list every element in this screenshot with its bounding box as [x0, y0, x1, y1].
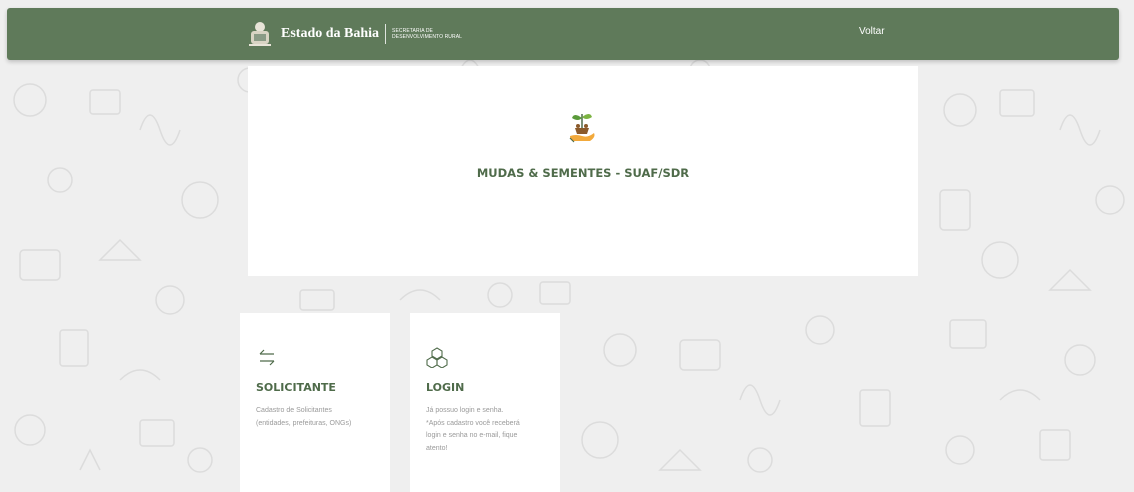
- back-link[interactable]: Voltar: [859, 26, 885, 37]
- page-title: MUDAS & SEMENTES - SUAF/SDR: [476, 166, 690, 180]
- card-description-line: login e senha no e-mail, fique: [426, 432, 518, 439]
- card-description-line: (entidades, prefeituras, ONGs): [256, 419, 352, 427]
- plant-in-hand-icon: [569, 114, 595, 143]
- cubes-icon: [426, 347, 448, 368]
- card-description: Cadastro de Solicitantes (entidades, pre…: [256, 405, 384, 430]
- brand-subtitle-line-2: DESENVOLVIMENTO RURAL: [392, 34, 463, 40]
- card-description: Já possuo login e senha. *Após cadastro …: [426, 405, 554, 455]
- bahia-crest-icon: [249, 22, 271, 46]
- brand-divider: [385, 24, 387, 44]
- brand-logo[interactable]: Estado da Bahia SECRETARIA DE DESENVOLVI…: [245, 18, 462, 50]
- card-description-line: *Após cadastro você receberá: [426, 419, 520, 427]
- arrows-exchange-icon: [259, 349, 275, 366]
- card-title: SOLICITANTE: [256, 381, 336, 394]
- card-login[interactable]: LOGIN Já possuo login e senha. *Após cad…: [410, 313, 560, 492]
- card-solicitante[interactable]: SOLICITANTE Cadastro de Solicitantes (en…: [240, 313, 390, 492]
- card-description-line: Já possuo login e senha.: [426, 407, 504, 414]
- hero-panel: MUDAS & SEMENTES - SUAF/SDR: [248, 66, 918, 276]
- card-description-line: Cadastro de Solicitantes: [256, 407, 332, 414]
- card-description-line: atento!: [426, 444, 448, 452]
- brand-subtitle: SECRETARIA DE DESENVOLVIMENTO RURAL: [392, 28, 462, 40]
- top-navbar: Estado da Bahia SECRETARIA DE DESENVOLVI…: [7, 8, 1119, 60]
- brand-name: Estado da Bahia: [281, 26, 380, 41]
- card-title: LOGIN: [426, 381, 465, 394]
